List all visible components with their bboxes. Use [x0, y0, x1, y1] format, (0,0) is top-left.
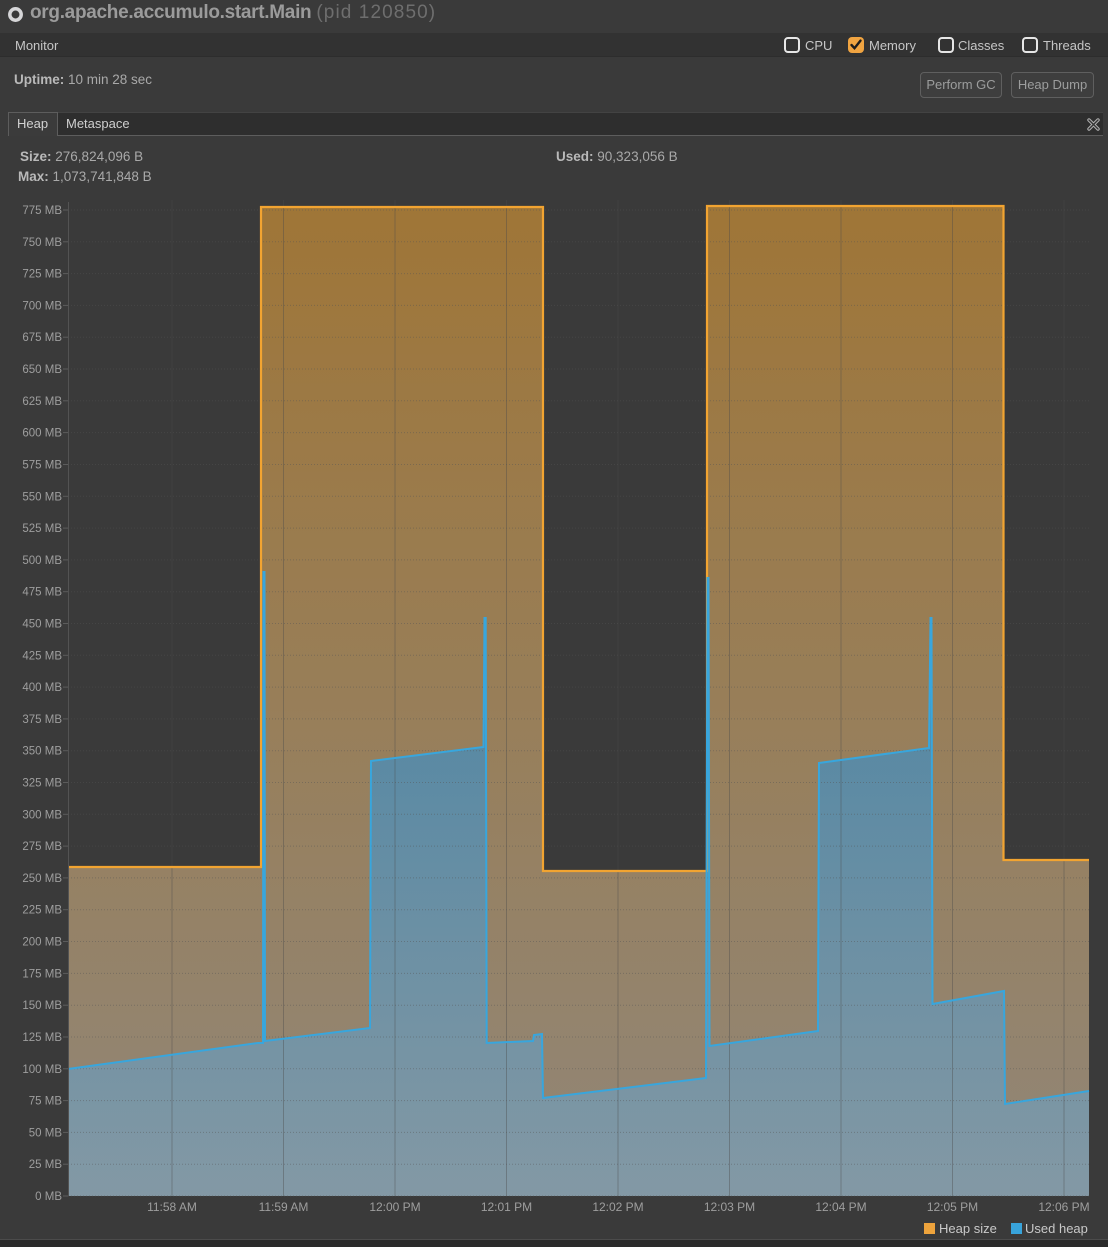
svg-text:0 MB: 0 MB — [35, 1191, 62, 1203]
svg-text:175 MB: 175 MB — [22, 968, 62, 980]
svg-text:150 MB: 150 MB — [22, 1000, 62, 1012]
svg-text:750 MB: 750 MB — [22, 237, 62, 249]
svg-text:325 MB: 325 MB — [22, 778, 62, 790]
svg-text:375 MB: 375 MB — [22, 714, 62, 726]
svg-text:400 MB: 400 MB — [22, 682, 62, 694]
svg-text:225 MB: 225 MB — [22, 905, 62, 917]
svg-text:12:02 PM: 12:02 PM — [592, 1200, 643, 1214]
svg-text:250 MB: 250 MB — [22, 873, 62, 885]
svg-text:650 MB: 650 MB — [22, 364, 62, 376]
svg-text:600 MB: 600 MB — [22, 428, 62, 440]
svg-text:12:06 PM: 12:06 PM — [1038, 1200, 1089, 1214]
svg-text:11:58 AM: 11:58 AM — [147, 1200, 197, 1214]
svg-text:200 MB: 200 MB — [22, 937, 62, 949]
svg-text:275 MB: 275 MB — [22, 841, 62, 853]
svg-text:75 MB: 75 MB — [29, 1096, 63, 1108]
svg-text:125 MB: 125 MB — [22, 1032, 62, 1044]
svg-text:500 MB: 500 MB — [22, 555, 62, 567]
svg-text:725 MB: 725 MB — [22, 269, 62, 281]
svg-text:12:00 PM: 12:00 PM — [369, 1200, 420, 1214]
svg-text:425 MB: 425 MB — [22, 650, 62, 662]
svg-text:700 MB: 700 MB — [22, 300, 62, 312]
svg-text:675 MB: 675 MB — [22, 332, 62, 344]
svg-text:12:05 PM: 12:05 PM — [927, 1200, 978, 1214]
svg-text:100 MB: 100 MB — [22, 1064, 62, 1076]
svg-text:25 MB: 25 MB — [29, 1159, 63, 1171]
svg-text:775 MB: 775 MB — [22, 205, 62, 217]
svg-text:12:04 PM: 12:04 PM — [815, 1200, 866, 1214]
svg-text:350 MB: 350 MB — [22, 746, 62, 758]
svg-text:550 MB: 550 MB — [22, 491, 62, 503]
svg-text:625 MB: 625 MB — [22, 396, 62, 408]
svg-text:450 MB: 450 MB — [22, 619, 62, 631]
svg-text:50 MB: 50 MB — [29, 1127, 63, 1139]
svg-text:11:59 AM: 11:59 AM — [259, 1200, 309, 1214]
svg-text:575 MB: 575 MB — [22, 460, 62, 472]
svg-text:300 MB: 300 MB — [22, 809, 62, 821]
svg-text:475 MB: 475 MB — [22, 587, 62, 599]
svg-text:12:01 PM: 12:01 PM — [481, 1200, 532, 1214]
svg-text:12:03 PM: 12:03 PM — [704, 1200, 755, 1214]
svg-text:525 MB: 525 MB — [22, 523, 62, 535]
